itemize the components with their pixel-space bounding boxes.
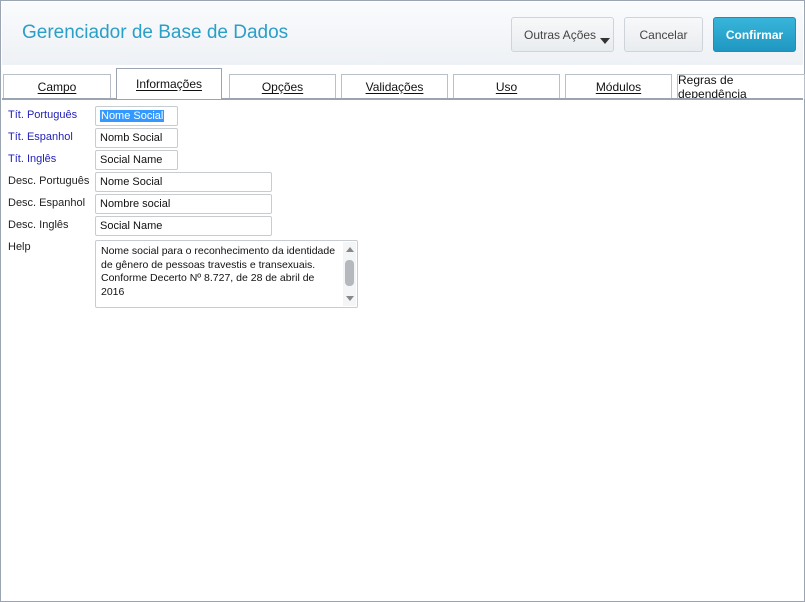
desc-espanhol-label: Desc. Espanhol	[8, 197, 86, 209]
scroll-up-icon[interactable]	[346, 247, 354, 252]
tab-campo[interactable]: Campo	[3, 74, 111, 99]
info-panel: Tít. Português Nome Social Tít. Espanhol…	[2, 100, 803, 600]
confirm-button[interactable]: Confirmar	[713, 17, 796, 52]
more-actions-button[interactable]: Outras Ações	[511, 17, 614, 52]
desc-ingles-label: Desc. Inglês	[8, 219, 69, 231]
tit-portugues-value: Nome Social	[100, 110, 165, 122]
tit-ingles-field[interactable]: Social Name	[95, 150, 178, 170]
header-bar: Gerenciador de Base de Dados Outras Açõe…	[2, 2, 803, 65]
tit-espanhol-label: Tít. Espanhol	[8, 131, 73, 143]
desc-ingles-field[interactable]: Social Name	[95, 216, 272, 236]
help-textarea[interactable]: Nome social para o reconhecimento da ide…	[95, 240, 358, 308]
cancel-button[interactable]: Cancelar	[624, 17, 703, 52]
tab-bar: Campo Informações Opções Validações Uso …	[1, 67, 805, 101]
tab-modulos[interactable]: Módulos	[565, 74, 672, 99]
desc-portugues-label: Desc. Português	[8, 175, 90, 187]
tab-informacoes[interactable]: Informações	[116, 68, 222, 99]
tab-validacoes[interactable]: Validações	[341, 74, 448, 99]
desc-espanhol-field[interactable]: Nombre social	[95, 194, 272, 214]
scroll-down-icon[interactable]	[346, 296, 354, 301]
tit-ingles-label: Tít. Inglês	[8, 153, 57, 165]
tit-portugues-label: Tít. Português	[8, 109, 78, 121]
desc-portugues-field[interactable]: Nome Social	[95, 172, 272, 192]
help-label: Help	[8, 241, 31, 253]
tab-regras-dependencia[interactable]: Regras de dependência	[677, 73, 805, 101]
caret-down-icon	[600, 38, 610, 44]
more-actions-label: Outras Ações	[524, 27, 597, 42]
app-window: Gerenciador de Base de Dados Outras Açõe…	[0, 0, 805, 602]
tit-portugues-field[interactable]: Nome Social	[95, 106, 178, 126]
tab-opcoes[interactable]: Opções	[229, 74, 336, 99]
help-text: Nome social para o reconhecimento da ide…	[101, 245, 336, 298]
help-scrollbar[interactable]	[343, 242, 356, 306]
page-title: Gerenciador de Base de Dados	[22, 22, 289, 43]
tab-uso[interactable]: Uso	[453, 74, 560, 99]
scroll-thumb[interactable]	[345, 260, 354, 286]
tit-espanhol-field[interactable]: Nomb Social	[95, 128, 178, 148]
